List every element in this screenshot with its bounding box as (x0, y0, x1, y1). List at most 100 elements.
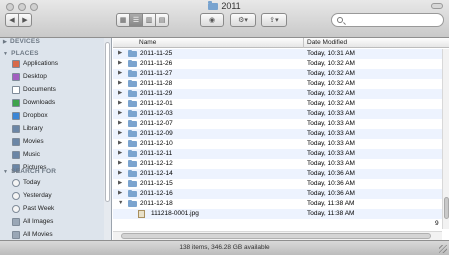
disclosure-collapsed-icon[interactable]: ▶ (118, 130, 122, 136)
row-date-modified: Today, 10:32 AM (307, 90, 355, 97)
horizontal-scrollbar-thumb[interactable] (121, 233, 431, 239)
column-header-date-modified[interactable]: Date Modified (307, 39, 347, 46)
sidebar-section-label: SEARCH FOR (11, 168, 57, 175)
folder-row[interactable]: ▶ 2011-12-15 Today, 10:36 AM (113, 179, 442, 189)
quick-look-button[interactable]: ◉ (200, 13, 224, 27)
disclosure-collapsed-icon[interactable]: ▶ (118, 100, 122, 106)
vertical-scrollbar[interactable] (442, 49, 449, 229)
column-divider[interactable] (303, 38, 304, 48)
disclosure-collapsed-icon[interactable]: ▶ (118, 90, 122, 96)
disclosure-collapsed-icon[interactable]: ▶ (118, 150, 122, 156)
sidebar-item-past-week[interactable]: Past Week (12, 203, 54, 214)
sidebar-item-movies[interactable]: Movies (12, 136, 44, 147)
disclosure-expanded-icon[interactable]: ▼ (118, 200, 123, 206)
sidebar-section-places[interactable]: ▼ PLACES (3, 50, 39, 57)
folder-row[interactable]: ▶ 2011-12-14 Today, 10:36 AM (113, 169, 442, 179)
sidebar-item-label: Downloads (23, 99, 56, 106)
folder-row[interactable]: ▶ 2011-12-01 Today, 10:32 AM (113, 99, 442, 109)
folder-icon (128, 170, 137, 177)
sidebar-section-devices[interactable]: ▶ DEVICES (3, 38, 40, 45)
row-date-modified: Today, 10:33 AM (307, 140, 355, 147)
sidebar-scrollbar[interactable] (104, 38, 111, 240)
disclosure-collapsed-icon[interactable]: ▶ (118, 70, 122, 76)
row-name: 2011-12-16 (140, 190, 173, 197)
folder-icon (128, 180, 137, 187)
disclosure-collapsed-icon[interactable]: ▶ (118, 120, 122, 126)
toolbar-toggle-button[interactable] (431, 3, 443, 9)
disclosure-collapsed-icon[interactable]: ▶ (118, 160, 122, 166)
folder-row[interactable]: ▶ 2011-12-03 Today, 10:33 AM (113, 109, 442, 119)
sidebar-item-label: Past Week (23, 205, 55, 212)
sidebar-item-applications[interactable]: Applications (12, 58, 58, 69)
share-menu-button[interactable]: ⇪▾ (261, 13, 287, 27)
disclosure-collapsed-icon[interactable]: ▶ (118, 190, 122, 196)
disclosure-collapsed-icon[interactable]: ▶ (118, 170, 122, 176)
sidebar-section-label: PLACES (11, 50, 39, 57)
sidebar-item-music[interactable]: Music (12, 149, 40, 160)
music-icon (12, 150, 20, 159)
folder-icon (128, 130, 137, 137)
clock-icon (12, 204, 20, 213)
folder-row[interactable]: ▶ 2011-11-26 Today, 10:32 AM (113, 59, 442, 69)
sidebar-item-all-movies[interactable]: All Movies (12, 229, 53, 240)
vertical-scrollbar-thumb[interactable] (444, 197, 449, 219)
disclosure-triangle-icon: ▶ (3, 38, 8, 45)
sidebar-item-yesterday[interactable]: Yesterday (12, 190, 52, 201)
disclosure-collapsed-icon[interactable]: ▶ (118, 80, 122, 86)
sidebar-item-desktop[interactable]: Desktop (12, 71, 47, 82)
folder-row[interactable]: ▼ 2011-12-18 Today, 11:38 AM (113, 199, 442, 209)
folder-row[interactable]: ▶ 2011-12-07 Today, 10:33 AM (113, 119, 442, 129)
sidebar-item-label: Library (23, 125, 43, 132)
column-view-button[interactable]: ▥ (142, 13, 156, 27)
folder-row[interactable]: ▶ 2011-11-28 Today, 10:32 AM (113, 79, 442, 89)
folder-icon (128, 100, 137, 107)
folder-row[interactable]: ▶ 2011-11-27 Today, 10:32 AM (113, 69, 442, 79)
sidebar-item-downloads[interactable]: Downloads (12, 97, 55, 108)
disclosure-collapsed-icon[interactable]: ▶ (118, 60, 122, 66)
sidebar-scrollbar-thumb[interactable] (105, 42, 110, 202)
sidebar-item-documents[interactable]: Documents (12, 84, 56, 95)
icon-view-icon: ▦ (119, 17, 127, 24)
coverflow-view-button[interactable]: ▤ (155, 13, 169, 27)
list-view-button[interactable]: ☰ (129, 13, 143, 27)
status-bar: 138 items, 346.28 GB available (0, 240, 449, 255)
sidebar-item-library[interactable]: Library (12, 123, 43, 134)
dropbox-icon (12, 111, 20, 120)
folder-icon (128, 90, 137, 97)
folder-row[interactable]: ▶ 2011-12-10 Today, 10:33 AM (113, 139, 442, 149)
horizontal-scrollbar[interactable] (113, 231, 442, 240)
icon-view-button[interactable]: ▦ (116, 13, 130, 27)
search-input[interactable] (331, 13, 444, 27)
folder-row[interactable]: ▶ 2011-12-16 Today, 10:36 AM (113, 189, 442, 199)
row-date-modified: Today, 10:33 AM (307, 150, 355, 157)
folder-row[interactable]: ▶ 2011-12-11 Today, 10:33 AM (113, 149, 442, 159)
folder-row[interactable]: ▶ 2011-12-12 Today, 10:33 AM (113, 159, 442, 169)
file-row[interactable]: 111218-0001.jpg Today, 11:38 AM (113, 209, 442, 219)
disclosure-collapsed-icon[interactable]: ▶ (118, 50, 122, 56)
column-header-name[interactable]: Name (139, 39, 156, 46)
folder-row[interactable]: ▶ 2011-11-29 Today, 10:32 AM (113, 89, 442, 99)
sidebar-item-label: All Images (23, 218, 54, 225)
applications-icon (12, 59, 20, 68)
row-name: 2011-12-07 (140, 120, 173, 127)
resize-grip-icon[interactable] (439, 245, 447, 253)
row-date-modified: Today, 10:32 AM (307, 60, 355, 67)
sidebar-section-search-for[interactable]: ▼ SEARCH FOR (3, 168, 56, 175)
window-title: 2011 (0, 0, 449, 12)
row-name: 2011-12-14 (140, 170, 173, 177)
row-date-modified: Today, 10:36 AM (307, 180, 355, 187)
row-name: 2011-12-10 (140, 140, 173, 147)
row-name: 2011-12-12 (140, 160, 173, 167)
images-icon (12, 217, 20, 226)
disclosure-collapsed-icon[interactable]: ▶ (118, 180, 122, 186)
action-menu-button[interactable]: ⚙▾ (230, 13, 256, 27)
forward-button[interactable]: ▶ (18, 13, 32, 27)
sidebar-item-all-images[interactable]: All Images (12, 216, 53, 227)
disclosure-collapsed-icon[interactable]: ▶ (118, 140, 122, 146)
folder-row[interactable]: ▶ 2011-12-09 Today, 10:33 AM (113, 129, 442, 139)
disclosure-collapsed-icon[interactable]: ▶ (118, 110, 122, 116)
sidebar-item-dropbox[interactable]: Dropbox (12, 110, 48, 121)
folder-row[interactable]: ▶ 2011-11-25 Today, 10:31 AM (113, 49, 442, 59)
back-button[interactable]: ◀ (5, 13, 19, 27)
sidebar-item-today[interactable]: Today (12, 177, 40, 188)
